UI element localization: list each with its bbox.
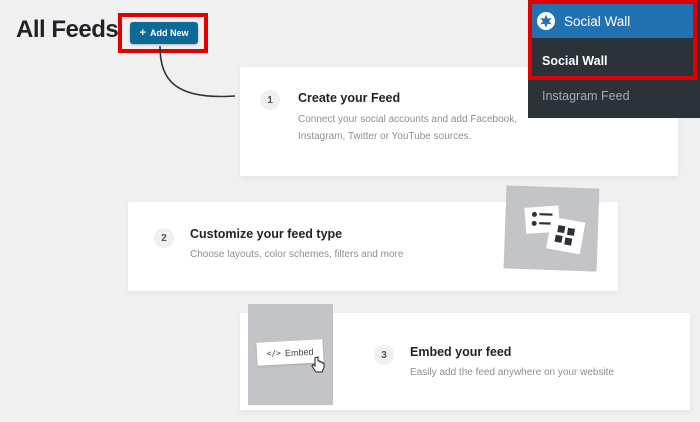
step-number: 2 — [154, 228, 174, 248]
menu-highlight — [528, 0, 697, 80]
step-number: 1 — [260, 90, 280, 110]
step-title: Embed your feed — [410, 345, 512, 359]
step-title: Create your Feed — [298, 91, 401, 105]
layout-cards-icon — [524, 205, 586, 255]
hand-cursor-icon — [311, 356, 325, 373]
step-number: 3 — [374, 345, 394, 365]
step-description: Connect your social accounts and add Fac… — [298, 114, 518, 142]
step-description: Choose layouts, color schemes, filters a… — [190, 249, 404, 260]
step-title: Customize your feed type — [190, 227, 343, 241]
layout-illustration — [503, 185, 600, 272]
step-description: Easily add the feed anywhere on your web… — [410, 367, 615, 378]
code-icon: </> — [266, 348, 282, 359]
menu-item-instagram-feed[interactable]: Instagram Feed — [532, 82, 693, 110]
